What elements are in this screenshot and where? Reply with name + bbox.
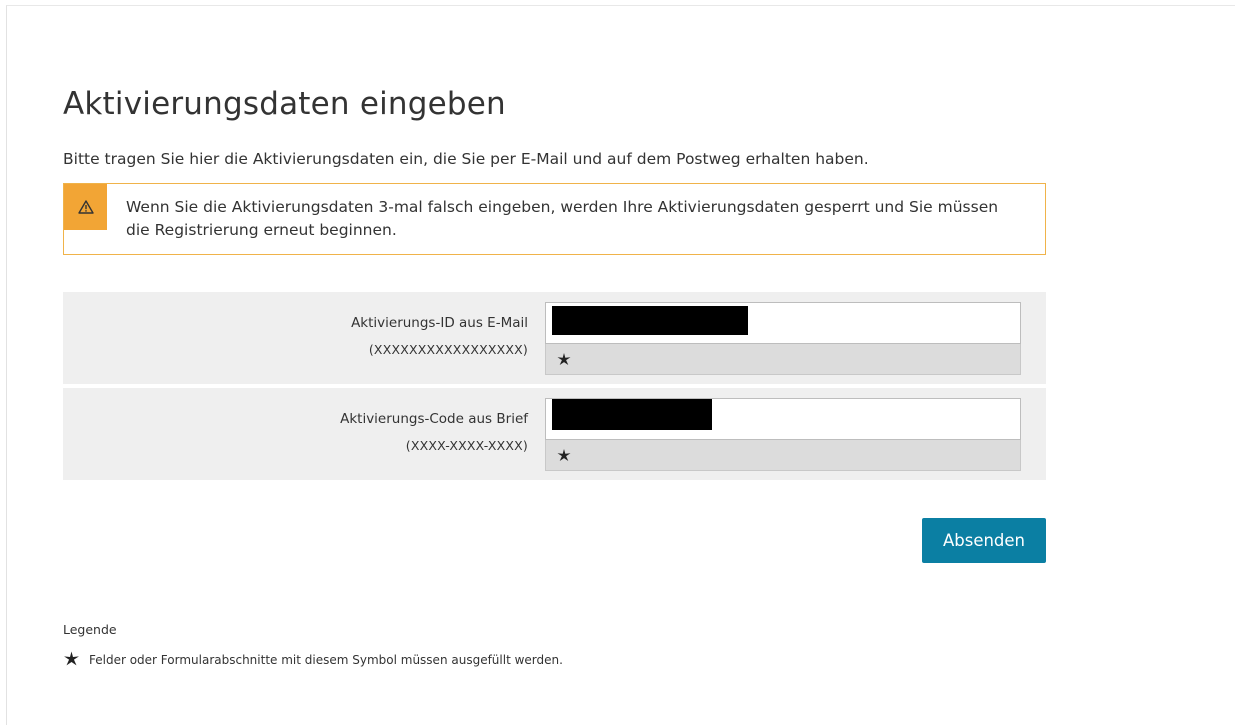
asterisk-icon (64, 651, 79, 666)
required-indicator (545, 440, 1021, 471)
redacted-value (552, 399, 712, 430)
page-title: Aktivierungsdaten eingeben (63, 86, 506, 122)
activation-code-hint: (XXXX-XXXX-XXXX) (405, 438, 528, 453)
legend-text: Felder oder Formularabschnitte mit diese… (89, 652, 563, 667)
form-row-activation-id: Aktivierungs-ID aus E-Mail (XXXXXXXXXXXX… (63, 292, 1046, 384)
activation-id-input[interactable] (545, 302, 1021, 344)
activation-code-input[interactable] (545, 398, 1021, 440)
intro-text: Bitte tragen Sie hier die Aktivierungsda… (63, 150, 869, 168)
submit-button[interactable]: Absenden (922, 518, 1046, 563)
activation-code-label: Aktivierungs-Code aus Brief (340, 411, 528, 427)
legend-item: Felder oder Formularabschnitte mit diese… (63, 651, 563, 668)
required-indicator (545, 344, 1021, 375)
warning-text: Wenn Sie die Aktivierungsdaten 3-mal fal… (126, 198, 999, 239)
form-row-activation-code: Aktivierungs-Code aus Brief (XXXX-XXXX-X… (63, 388, 1046, 480)
warning-box: Wenn Sie die Aktivierungsdaten 3-mal fal… (63, 183, 1046, 255)
warning-triangle-icon (64, 184, 107, 230)
asterisk-icon (557, 353, 571, 365)
activation-id-hint: (XXXXXXXXXXXXXXXXX) (368, 342, 528, 357)
redacted-value (552, 306, 748, 335)
asterisk-icon (557, 449, 571, 461)
legend-title: Legende (63, 622, 117, 637)
activation-id-label: Aktivierungs-ID aus E-Mail (351, 315, 528, 331)
activation-code-field-wrap (545, 398, 1021, 471)
activation-id-field-wrap (545, 302, 1021, 375)
